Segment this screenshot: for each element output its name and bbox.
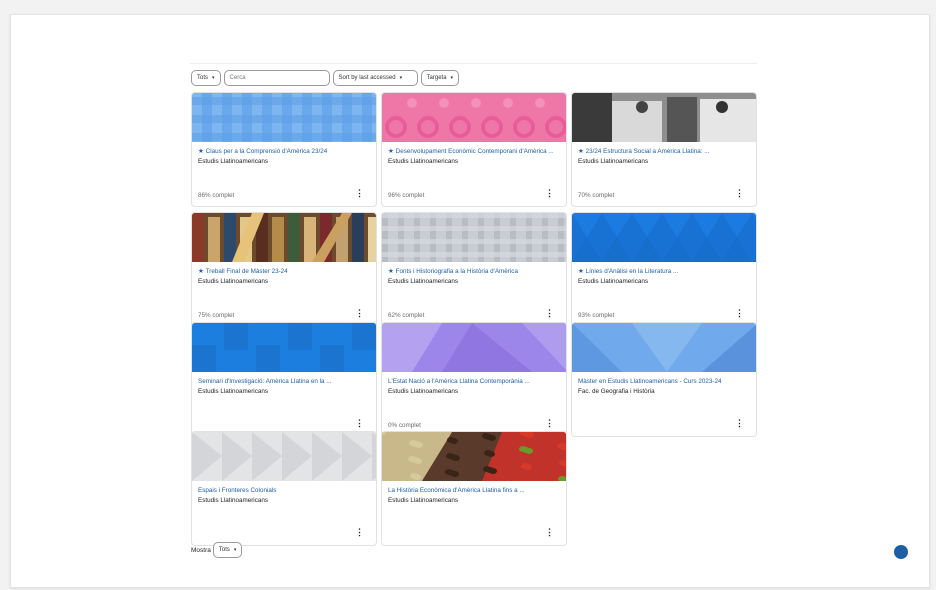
course-title-link[interactable]: ★ Desenvolupament Econòmic Contemporani d… [388, 148, 560, 156]
more-actions-icon[interactable]: ⋮ [735, 418, 744, 429]
grouping-label: Tots [197, 75, 209, 81]
course-title-link[interactable]: ★ Fonts i Historiografia a la Història d'… [388, 268, 560, 276]
more-actions-icon[interactable]: ⋮ [735, 308, 744, 319]
course-filters: Tots ▾ Cerca Sort by last accessed ▾ Tar… [191, 69, 462, 87]
star-icon: ★ [578, 148, 584, 155]
search-placeholder: Cerca [229, 75, 246, 81]
more-actions-icon[interactable]: ⋮ [355, 188, 364, 199]
course-title-text: Seminari d'Investigació: Amèrica Llatina… [198, 378, 332, 385]
course-category: Estudis Llatinoamericans [388, 388, 459, 395]
course-title-link[interactable]: ★ 23/24 Estructura Social a Amèrica Llati… [578, 148, 750, 156]
course-title-link[interactable]: La Història Econòmica d'Amèrica Llatina … [388, 487, 560, 495]
course-category: Estudis Llatinoamericans [198, 158, 269, 165]
course-title-text: Línies d'Anàlisi en la Literatura ... [585, 268, 679, 275]
course-image[interactable] [382, 93, 566, 142]
course-card[interactable]: ★ Fonts i Historiografia a la Història d'… [381, 212, 567, 327]
more-actions-icon[interactable]: ⋮ [545, 188, 554, 199]
course-grid: ★ Claus per a la Comprensió d'Amèrica 23/… [191, 92, 758, 546]
course-image[interactable] [572, 213, 756, 262]
help-button[interactable] [894, 545, 908, 559]
course-progress-text: 70% complet [578, 192, 615, 199]
course-card[interactable]: L'Estat Nació a l'Amèrica Llatina Contem… [381, 322, 567, 437]
star-icon: ★ [388, 148, 394, 155]
course-title-link[interactable]: Seminari d'Investigació: Amèrica Llatina… [198, 378, 370, 386]
course-category: Estudis Llatinoamericans [388, 497, 459, 504]
course-category: Estudis Llatinoamericans [578, 278, 649, 285]
course-card[interactable]: ★ 23/24 Estructura Social a Amèrica Llati… [571, 92, 757, 207]
star-icon: ★ [578, 268, 584, 275]
course-card[interactable]: La Història Econòmica d'Amèrica Llatina … [381, 431, 567, 546]
view-label: Targeta [426, 75, 447, 81]
chevron-down-icon: ▾ [212, 75, 215, 81]
course-title-text: Espais i Fronteres Colonials [198, 487, 277, 494]
show-label: Mostra [191, 546, 211, 554]
course-title-link[interactable]: Espais i Fronteres Colonials [198, 487, 370, 495]
chevron-down-icon: ▾ [233, 547, 237, 553]
course-category: Estudis Llatinoamericans [578, 158, 649, 165]
course-category: Estudis Llatinoamericans [388, 158, 459, 165]
course-image[interactable] [572, 93, 756, 142]
chevron-down-icon: ▾ [450, 75, 454, 81]
course-title-text: L'Estat Nació a l'Amèrica Llatina Contem… [388, 378, 530, 385]
course-card[interactable]: Màster en Estudis Llatinoamericans - Cur… [571, 322, 757, 437]
more-actions-icon[interactable]: ⋮ [355, 527, 364, 538]
grouping-dropdown[interactable]: Tots ▾ [191, 70, 221, 86]
more-actions-icon[interactable]: ⋮ [545, 527, 554, 538]
course-title-text: Claus per a la Comprensió d'Amèrica 23/2… [205, 148, 328, 155]
course-category: Estudis Llatinoamericans [198, 388, 269, 395]
star-icon: ★ [198, 148, 204, 155]
course-title-text: Fonts i Historiografia a la Història d'A… [395, 268, 518, 275]
more-actions-icon[interactable]: ⋮ [545, 308, 554, 319]
more-actions-icon[interactable]: ⋮ [735, 188, 744, 199]
course-category: Estudis Llatinoamericans [198, 497, 269, 504]
course-image[interactable] [192, 323, 376, 372]
search-input[interactable]: Cerca [223, 70, 330, 86]
course-image[interactable] [382, 323, 566, 372]
chevron-down-icon: ▾ [399, 75, 403, 81]
course-title-link[interactable]: L'Estat Nació a l'Amèrica Llatina Contem… [388, 378, 560, 386]
view-dropdown[interactable]: Targeta ▾ [420, 70, 460, 86]
course-image[interactable] [382, 432, 566, 483]
course-category: Fac. de Geografia i Història [578, 388, 655, 395]
course-title-link[interactable]: ★ Línies d'Anàlisi en la Literatura ... [578, 268, 750, 276]
more-actions-icon[interactable]: ⋮ [355, 308, 364, 319]
course-progress-text: 75% complet [198, 312, 235, 319]
course-title-link[interactable]: ★ Claus per a la Comprensió d'Amèrica 23/… [198, 148, 370, 156]
course-image[interactable] [572, 323, 756, 372]
course-title-text: Màster en Estudis Llatinoamericans - Cur… [578, 378, 722, 385]
course-card[interactable]: ★ Claus per a la Comprensió d'Amèrica 23/… [191, 92, 377, 207]
course-category: Estudis Llatinoamericans [198, 278, 269, 285]
course-title-link[interactable]: ★ Treball Final de Màster 23-24 [198, 268, 370, 276]
show-count-value: Tots [218, 547, 230, 553]
sort-dropdown[interactable]: Sort by last accessed ▾ [332, 70, 418, 86]
course-category: Estudis Llatinoamericans [388, 278, 459, 285]
show-count-dropdown[interactable]: Tots ▾ [212, 542, 243, 558]
more-actions-icon[interactable]: ⋮ [545, 418, 554, 429]
course-card[interactable]: ★ Línies d'Anàlisi en la Literatura ... Es… [571, 212, 757, 327]
course-title-text: La Història Econòmica d'Amèrica Llatina … [388, 487, 525, 494]
course-title-text: Desenvolupament Econòmic Contemporani d'… [395, 148, 554, 155]
star-icon: ★ [388, 268, 394, 275]
course-progress-text: 86% complet [198, 192, 235, 199]
course-image[interactable] [192, 93, 376, 142]
course-progress-text: 62% complet [388, 312, 425, 319]
course-card[interactable]: Espais i Fronteres Colonials Estudis Llat… [191, 431, 377, 546]
course-title-text: Treball Final de Màster 23-24 [205, 268, 288, 275]
course-card[interactable]: Seminari d'Investigació: Amèrica Llatina… [191, 322, 377, 437]
course-image[interactable] [192, 432, 376, 481]
course-title-text: 23/24 Estructura Social a Amèrica Llatin… [585, 148, 710, 155]
course-progress-text: 96% complet [388, 192, 425, 199]
course-card[interactable]: ★ Treball Final de Màster 23-24 Estudis Ll… [191, 212, 377, 327]
more-actions-icon[interactable]: ⋮ [355, 418, 364, 429]
course-progress-text: 0% complet [388, 422, 421, 429]
sort-label: Sort by last accessed [338, 75, 396, 81]
course-title-link[interactable]: Màster en Estudis Llatinoamericans - Cur… [578, 378, 750, 386]
star-icon: ★ [198, 268, 204, 275]
course-image[interactable] [382, 213, 566, 262]
course-image[interactable] [192, 213, 376, 266]
course-card[interactable]: ★ Desenvolupament Econòmic Contemporani d… [381, 92, 567, 207]
course-progress-text: 93% complet [578, 312, 615, 319]
divider [190, 63, 757, 64]
show-bar: Mostra Tots ▾ [191, 542, 245, 558]
